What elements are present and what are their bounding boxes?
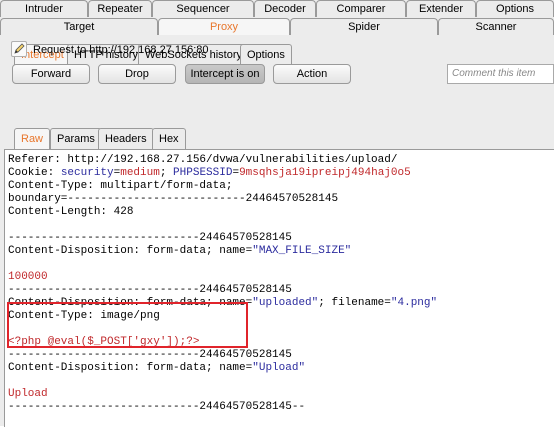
request-line: Referer: http://192.168.27.156/dvwa/vuln… [8, 154, 398, 166]
tab-decoder[interactable]: Decoder [254, 0, 316, 17]
tab-extender[interactable]: Extender [406, 0, 476, 17]
comment-input[interactable]: Comment this item [447, 64, 554, 84]
security-key: security [60, 167, 114, 179]
max-file-size-value: 100000 [8, 271, 48, 283]
max-file-size-name: "MAX_FILE_SIZE" [252, 245, 352, 257]
view-tab-raw[interactable]: Raw [14, 128, 51, 149]
tab-intruder[interactable]: Intruder [0, 0, 88, 17]
tab-target[interactable]: Target [0, 18, 158, 35]
request-line: -----------------------------24464570528… [8, 401, 306, 413]
view-tab-headers[interactable]: Headers [98, 128, 154, 149]
request-label: Request to http://192.168.27.156:80 [33, 44, 209, 56]
filename-value: "4.png" [390, 297, 438, 309]
filename-key: ; filename= [318, 297, 391, 309]
tab-spider[interactable]: Spider [290, 18, 438, 35]
forward-button[interactable]: Forward [12, 64, 90, 84]
upload-name: "Upload" [252, 362, 306, 374]
edit-pencil-icon [11, 41, 27, 57]
cookie-prefix: Cookie: [8, 167, 61, 179]
request-line: boundary=---------------------------2446… [8, 193, 339, 205]
phpsessid-value: 9msqhsja19ipreipj494haj0o5 [239, 167, 411, 179]
tool-tabs-row-1: Intruder Repeater Sequencer Decoder Comp… [0, 0, 554, 18]
phpsessid-key: PHPSESSID [173, 167, 233, 179]
view-tab-params[interactable]: Params [50, 128, 102, 149]
highlight-box [7, 302, 248, 348]
disposition-prefix: Content-Disposition: form-data; name= [8, 362, 253, 374]
request-editor[interactable]: Referer: http://192.168.27.156/dvwa/vuln… [4, 149, 554, 427]
tab-sequencer[interactable]: Sequencer [152, 0, 254, 17]
drop-button[interactable]: Drop [98, 64, 176, 84]
request-line: -----------------------------24464570528… [8, 349, 292, 361]
subtab-options[interactable]: Options [240, 44, 292, 65]
security-value: medium [120, 167, 160, 179]
separator: ; [159, 167, 174, 179]
tab-proxy[interactable]: Proxy [158, 18, 290, 35]
disposition-prefix: Content-Disposition: form-data; name= [8, 245, 253, 257]
cookie-line: Cookie: security=medium; PHPSESSID=9msqh… [8, 166, 411, 180]
tab-repeater[interactable]: Repeater [88, 0, 152, 17]
tab-options[interactable]: Options [476, 0, 554, 17]
tab-scanner[interactable]: Scanner [438, 18, 554, 35]
request-line: -----------------------------24464570528… [8, 284, 292, 296]
action-button[interactable]: Action [273, 64, 351, 84]
request-line: Content-Type: multipart/form-data; [8, 180, 233, 192]
upload-value: Upload [8, 388, 48, 400]
disposition-line: Content-Disposition: form-data; name="MA… [8, 244, 351, 258]
tool-tabs-row-2: Target Proxy Spider Scanner [0, 18, 554, 36]
intercept-toggle-button[interactable]: Intercept is on [185, 64, 265, 84]
view-tab-hex[interactable]: Hex [152, 128, 186, 149]
request-line: Content-Length: 428 [8, 206, 134, 218]
tab-comparer[interactable]: Comparer [316, 0, 406, 17]
disposition-line: Content-Disposition: form-data; name="Up… [8, 361, 305, 375]
uploaded-name: "uploaded" [252, 297, 319, 309]
request-line: -----------------------------24464570528… [8, 232, 292, 244]
